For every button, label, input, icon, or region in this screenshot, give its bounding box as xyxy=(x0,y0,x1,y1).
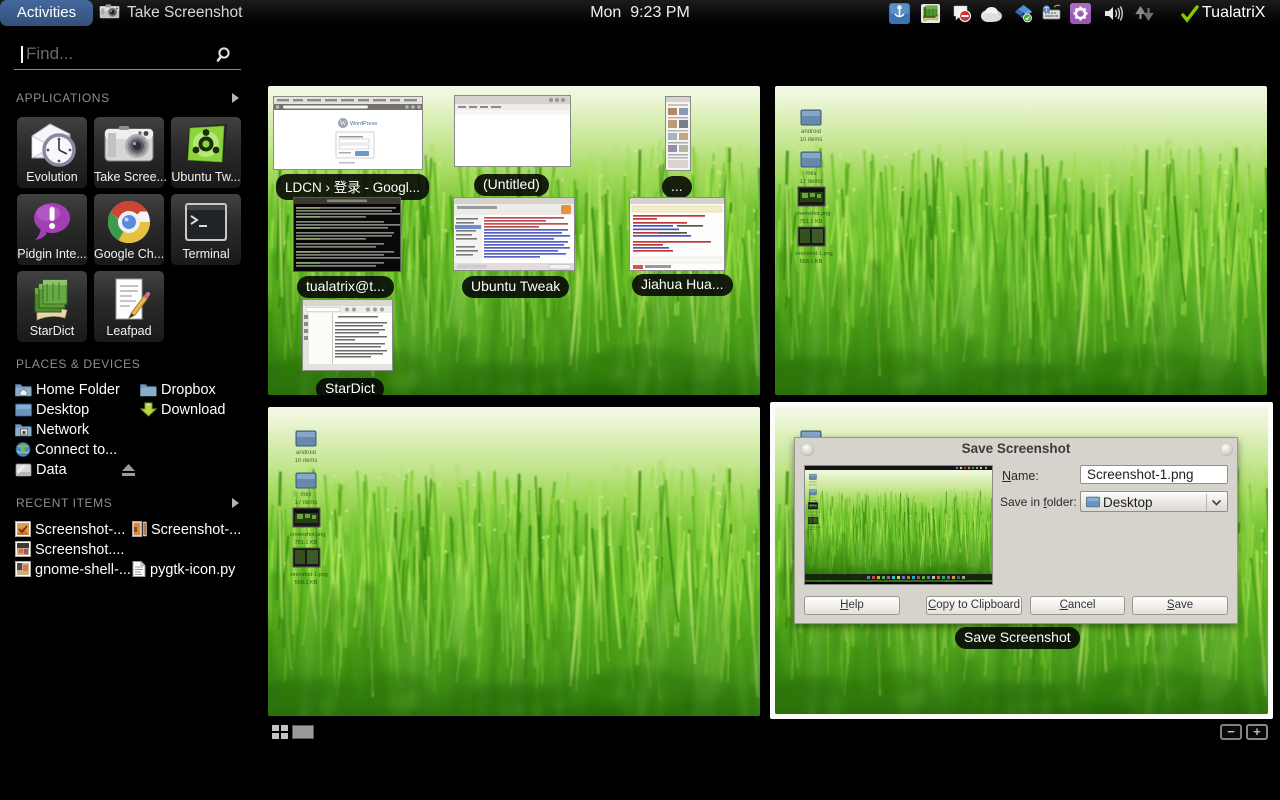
svg-text:W: W xyxy=(340,120,347,128)
svg-text:WordPress: WordPress xyxy=(350,121,377,127)
